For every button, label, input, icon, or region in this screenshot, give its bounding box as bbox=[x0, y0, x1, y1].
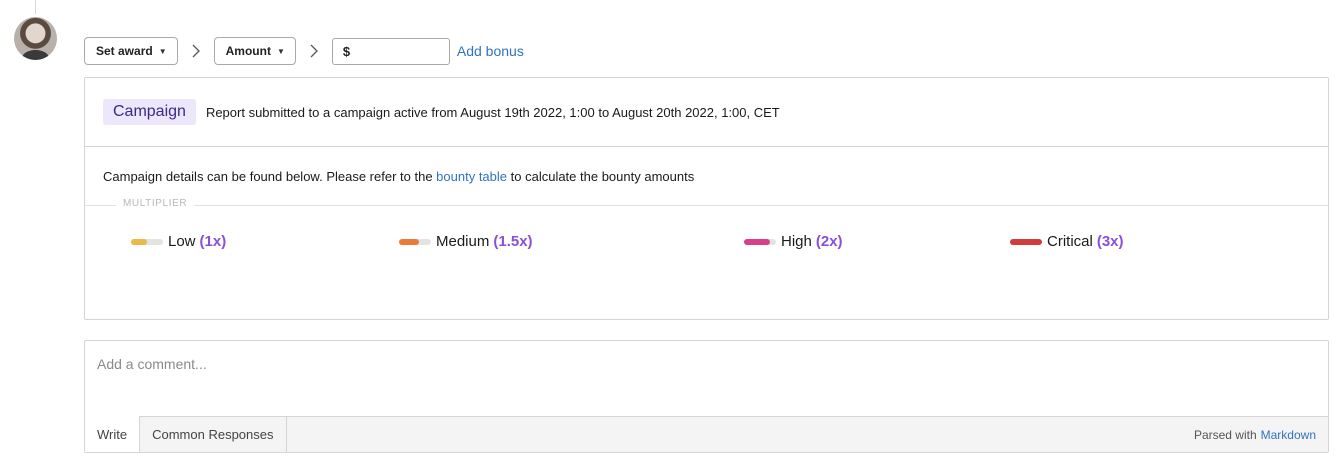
comment-input[interactable]: Add a comment... bbox=[85, 341, 1328, 417]
severity-bar-fill bbox=[399, 238, 419, 245]
add-bonus-link[interactable]: Add bonus bbox=[457, 43, 524, 59]
caret-down-icon: ▼ bbox=[276, 46, 285, 56]
severity-bar-fill bbox=[1010, 238, 1042, 245]
chevron-right-icon bbox=[178, 43, 214, 59]
avatar-shirt bbox=[22, 50, 49, 60]
multiplier-label: MULTIPLIER bbox=[116, 198, 195, 209]
level-multiplier: (3x) bbox=[1096, 233, 1124, 250]
details-suffix: to calculate the bounty amounts bbox=[510, 169, 695, 184]
set-award-label: Set award bbox=[96, 44, 153, 58]
comment-footer: Write Common Responses Parsed with Markd… bbox=[85, 416, 1328, 452]
campaign-details: Campaign details can be found below. Ple… bbox=[103, 169, 1310, 184]
amount-dropdown[interactable]: Amount ▼ bbox=[213, 37, 296, 65]
tab-write[interactable]: Write bbox=[85, 416, 141, 452]
avatar[interactable] bbox=[14, 17, 57, 60]
level-critical: Critical (3x) bbox=[1010, 233, 1124, 250]
level-name: Critical bbox=[1047, 233, 1093, 250]
campaign-badge: Campaign bbox=[103, 99, 196, 125]
level-multiplier: (1x) bbox=[199, 233, 227, 250]
chevron-right-icon bbox=[296, 43, 332, 59]
multiplier-line bbox=[85, 205, 1328, 206]
level-high: High (2x) bbox=[744, 233, 843, 250]
timeline-line bbox=[35, 0, 36, 14]
level-name: Low bbox=[168, 233, 196, 250]
campaign-summary: Report submitted to a campaign active fr… bbox=[205, 104, 780, 120]
level-multiplier: (2x) bbox=[815, 233, 843, 250]
details-prefix: Campaign details can be found below. Ple… bbox=[103, 169, 433, 184]
tab-common-responses[interactable]: Common Responses bbox=[140, 417, 287, 452]
campaign-body: Campaign details can be found below. Ple… bbox=[85, 169, 1328, 272]
multiplier-divider: MULTIPLIER bbox=[85, 198, 1328, 212]
severity-bar-medium bbox=[399, 238, 431, 245]
severity-bar-fill bbox=[131, 238, 147, 245]
level-name: Medium bbox=[436, 233, 490, 250]
markdown-link[interactable]: Markdown bbox=[1261, 428, 1316, 442]
parsed-prefix: Parsed with bbox=[1193, 427, 1257, 442]
amount-input[interactable]: $ bbox=[331, 37, 450, 65]
severity-bar-critical bbox=[1010, 238, 1042, 245]
campaign-header: Campaign Report submitted to a campaign … bbox=[85, 78, 1328, 147]
multiplier-levels: Low (1x) Medium (1.5x) High (2x) Critica… bbox=[103, 212, 1310, 272]
severity-bar-fill bbox=[744, 238, 770, 245]
amount-dropdown-label: Amount bbox=[225, 44, 271, 58]
level-name: High bbox=[781, 233, 812, 250]
campaign-card: Campaign Report submitted to a campaign … bbox=[84, 77, 1329, 320]
award-toolbar: Set award ▼ Amount ▼ $ Add bonus bbox=[84, 36, 524, 66]
level-low: Low (1x) bbox=[131, 233, 226, 250]
bounty-table-link[interactable]: bounty table bbox=[436, 169, 507, 184]
level-medium: Medium (1.5x) bbox=[399, 233, 533, 250]
amount-input-value: $ bbox=[342, 43, 351, 59]
caret-down-icon: ▼ bbox=[158, 46, 167, 56]
parsed-with-markdown: Parsed with Markdown bbox=[1194, 417, 1328, 452]
severity-bar-low bbox=[131, 238, 163, 245]
level-multiplier: (1.5x) bbox=[493, 233, 533, 250]
comment-box: Add a comment... Write Common Responses … bbox=[84, 340, 1329, 453]
severity-bar-high bbox=[744, 238, 776, 245]
set-award-dropdown[interactable]: Set award ▼ bbox=[84, 37, 178, 65]
